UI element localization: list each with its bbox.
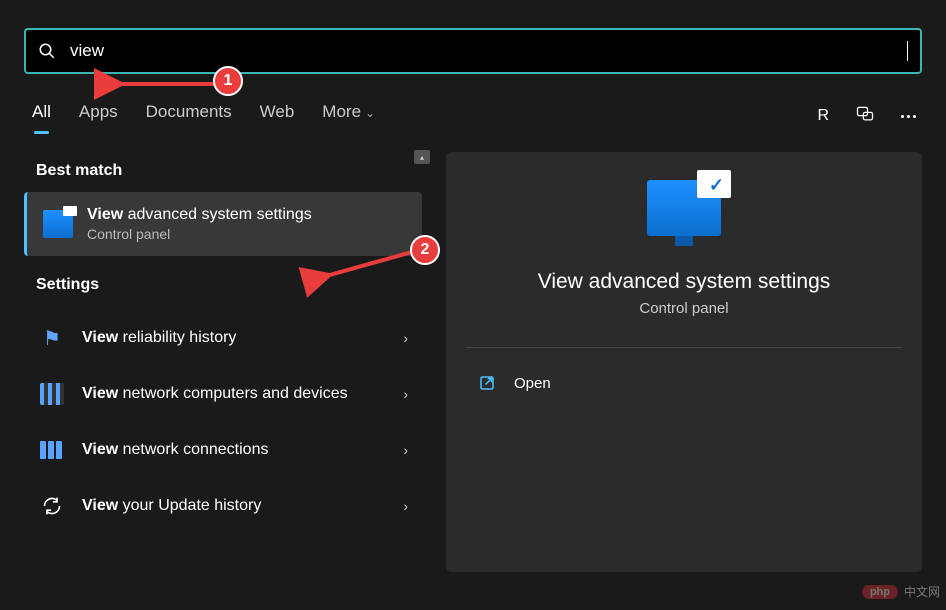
tab-documents[interactable]: Documents [146,102,232,130]
search-bar[interactable]: view [24,28,922,74]
tab-apps[interactable]: Apps [79,102,118,130]
tab-web[interactable]: Web [260,102,295,130]
list-item-label: View network connections [82,440,387,461]
watermark: php 中文网 [862,583,940,600]
tab-all[interactable]: All [32,102,51,130]
detail-title: View advanced system settings [538,270,831,294]
list-item[interactable]: View your Update history › [24,478,422,534]
settings-list: ⚑ View reliability history › View networ… [24,310,422,534]
chevron-right-icon: › [403,330,408,346]
system-settings-icon [43,210,73,238]
annotation-badge-1: 1 [213,66,243,96]
search-icon [38,42,56,60]
best-match-header: Best match [24,152,422,192]
best-match-text: View advanced system settings Control pa… [87,206,312,242]
detail-subtitle: Control panel [639,300,728,317]
best-match-title: View advanced system settings [87,206,312,224]
list-item-label: View network computers and devices [82,384,387,405]
results-list: ▴ Best match View advanced system settin… [24,152,422,572]
chevron-right-icon: › [403,498,408,514]
chevron-right-icon: › [403,386,408,402]
header-icons: R [817,104,916,129]
list-item-label: View reliability history [82,328,387,349]
annotation-badge-2: 2 [410,235,440,265]
open-button[interactable]: Open [466,368,902,398]
network-connections-icon [38,436,66,464]
divider [466,347,902,348]
list-item[interactable]: View network connections › [24,422,422,478]
system-settings-icon: ✓ [647,180,721,236]
more-options-icon[interactable] [901,115,916,118]
chevron-right-icon: › [403,442,408,458]
scroll-up-indicator[interactable]: ▴ [414,150,430,164]
search-input-text[interactable]: view [70,41,907,61]
text-cursor [907,41,908,61]
results-content: ▴ Best match View advanced system settin… [0,138,946,572]
detail-panel: ✓ View advanced system settings Control … [446,152,922,572]
tab-more-label: More [322,102,361,121]
chevron-down-icon: ⌄ [365,106,375,120]
flag-icon: ⚑ [38,324,66,352]
network-computers-icon [38,380,66,408]
filter-tabs: All Apps Documents Web More ⌄ [32,102,375,130]
tab-more[interactable]: More ⌄ [322,102,375,130]
refresh-icon [38,492,66,520]
user-account-icon[interactable]: R [817,107,829,125]
annotation-arrow-2 [318,244,418,284]
open-label: Open [514,375,551,392]
annotation-arrow-1 [112,74,222,94]
watermark-chip: php [862,585,898,599]
list-item-label: View your Update history [82,496,387,517]
chat-icon[interactable] [855,104,875,129]
watermark-text: 中文网 [904,583,940,600]
list-item[interactable]: View network computers and devices › [24,366,422,422]
open-external-icon [478,374,496,392]
best-match-subtitle: Control panel [87,226,312,242]
list-item[interactable]: ⚑ View reliability history › [24,310,422,366]
